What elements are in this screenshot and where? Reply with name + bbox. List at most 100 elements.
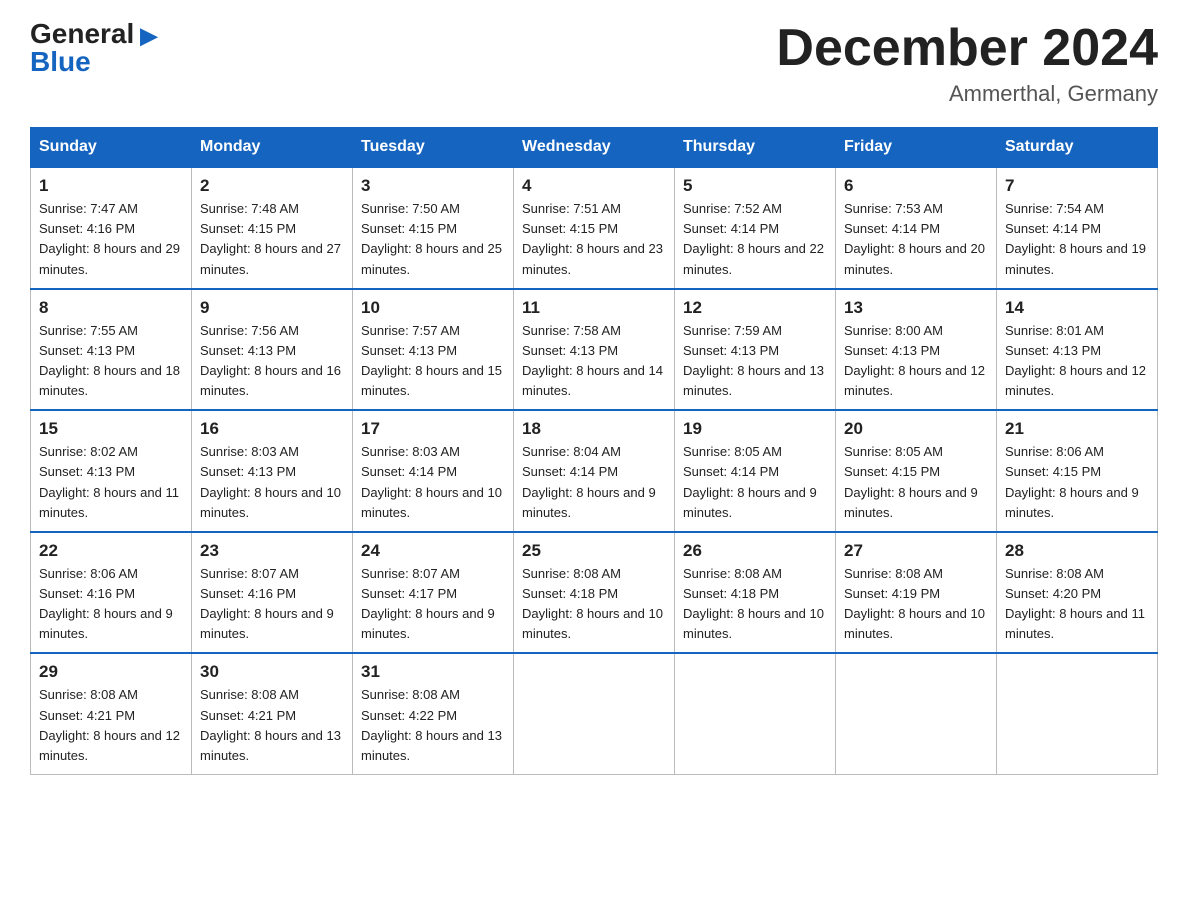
day-info: Sunrise: 8:07 AM Sunset: 4:17 PM Dayligh… (361, 564, 505, 645)
day-info: Sunrise: 7:48 AM Sunset: 4:15 PM Dayligh… (200, 199, 344, 280)
day-info: Sunrise: 8:07 AM Sunset: 4:16 PM Dayligh… (200, 564, 344, 645)
day-info: Sunrise: 7:53 AM Sunset: 4:14 PM Dayligh… (844, 199, 988, 280)
table-row (675, 653, 836, 774)
day-info: Sunrise: 8:08 AM Sunset: 4:18 PM Dayligh… (683, 564, 827, 645)
day-info: Sunrise: 7:56 AM Sunset: 4:13 PM Dayligh… (200, 321, 344, 402)
table-row: 20 Sunrise: 8:05 AM Sunset: 4:15 PM Dayl… (836, 410, 997, 532)
table-row (514, 653, 675, 774)
day-number: 31 (361, 662, 505, 682)
day-info: Sunrise: 7:54 AM Sunset: 4:14 PM Dayligh… (1005, 199, 1149, 280)
table-row: 8 Sunrise: 7:55 AM Sunset: 4:13 PM Dayli… (31, 289, 192, 411)
day-number: 9 (200, 298, 344, 318)
day-info: Sunrise: 7:50 AM Sunset: 4:15 PM Dayligh… (361, 199, 505, 280)
calendar-week-row: 22 Sunrise: 8:06 AM Sunset: 4:16 PM Dayl… (31, 532, 1158, 654)
calendar-week-row: 8 Sunrise: 7:55 AM Sunset: 4:13 PM Dayli… (31, 289, 1158, 411)
col-wednesday: Wednesday (514, 128, 675, 168)
col-monday: Monday (192, 128, 353, 168)
table-row (997, 653, 1158, 774)
day-number: 21 (1005, 419, 1149, 439)
day-info: Sunrise: 8:02 AM Sunset: 4:13 PM Dayligh… (39, 442, 183, 523)
day-number: 7 (1005, 176, 1149, 196)
day-number: 1 (39, 176, 183, 196)
logo-blue-row: Blue (30, 48, 91, 76)
day-info: Sunrise: 8:05 AM Sunset: 4:15 PM Dayligh… (844, 442, 988, 523)
table-row: 22 Sunrise: 8:06 AM Sunset: 4:16 PM Dayl… (31, 532, 192, 654)
day-number: 20 (844, 419, 988, 439)
table-row: 5 Sunrise: 7:52 AM Sunset: 4:14 PM Dayli… (675, 167, 836, 289)
day-info: Sunrise: 7:58 AM Sunset: 4:13 PM Dayligh… (522, 321, 666, 402)
day-number: 29 (39, 662, 183, 682)
table-row (836, 653, 997, 774)
day-info: Sunrise: 8:06 AM Sunset: 4:15 PM Dayligh… (1005, 442, 1149, 523)
table-row: 18 Sunrise: 8:04 AM Sunset: 4:14 PM Dayl… (514, 410, 675, 532)
day-number: 2 (200, 176, 344, 196)
day-number: 14 (1005, 298, 1149, 318)
day-info: Sunrise: 7:55 AM Sunset: 4:13 PM Dayligh… (39, 321, 183, 402)
day-number: 5 (683, 176, 827, 196)
calendar-week-row: 29 Sunrise: 8:08 AM Sunset: 4:21 PM Dayl… (31, 653, 1158, 774)
table-row: 14 Sunrise: 8:01 AM Sunset: 4:13 PM Dayl… (997, 289, 1158, 411)
title-section: December 2024 Ammerthal, Germany (776, 20, 1158, 107)
table-row: 11 Sunrise: 7:58 AM Sunset: 4:13 PM Dayl… (514, 289, 675, 411)
logo: General ▶ Blue (30, 20, 157, 76)
day-number: 18 (522, 419, 666, 439)
day-number: 24 (361, 541, 505, 561)
table-row: 29 Sunrise: 8:08 AM Sunset: 4:21 PM Dayl… (31, 653, 192, 774)
table-row: 4 Sunrise: 7:51 AM Sunset: 4:15 PM Dayli… (514, 167, 675, 289)
day-info: Sunrise: 8:08 AM Sunset: 4:22 PM Dayligh… (361, 685, 505, 766)
day-info: Sunrise: 8:08 AM Sunset: 4:19 PM Dayligh… (844, 564, 988, 645)
day-info: Sunrise: 8:01 AM Sunset: 4:13 PM Dayligh… (1005, 321, 1149, 402)
day-info: Sunrise: 7:52 AM Sunset: 4:14 PM Dayligh… (683, 199, 827, 280)
table-row: 15 Sunrise: 8:02 AM Sunset: 4:13 PM Dayl… (31, 410, 192, 532)
table-row: 25 Sunrise: 8:08 AM Sunset: 4:18 PM Dayl… (514, 532, 675, 654)
day-number: 17 (361, 419, 505, 439)
calendar-table: Sunday Monday Tuesday Wednesday Thursday… (30, 127, 1158, 775)
logo-general-text: General ▶ (30, 20, 157, 48)
day-info: Sunrise: 7:59 AM Sunset: 4:13 PM Dayligh… (683, 321, 827, 402)
day-info: Sunrise: 8:08 AM Sunset: 4:20 PM Dayligh… (1005, 564, 1149, 645)
table-row: 23 Sunrise: 8:07 AM Sunset: 4:16 PM Dayl… (192, 532, 353, 654)
location-title: Ammerthal, Germany (776, 81, 1158, 107)
day-info: Sunrise: 8:06 AM Sunset: 4:16 PM Dayligh… (39, 564, 183, 645)
day-number: 19 (683, 419, 827, 439)
day-number: 23 (200, 541, 344, 561)
month-title: December 2024 (776, 20, 1158, 77)
day-number: 8 (39, 298, 183, 318)
table-row: 28 Sunrise: 8:08 AM Sunset: 4:20 PM Dayl… (997, 532, 1158, 654)
table-row: 7 Sunrise: 7:54 AM Sunset: 4:14 PM Dayli… (997, 167, 1158, 289)
col-tuesday: Tuesday (353, 128, 514, 168)
table-row: 27 Sunrise: 8:08 AM Sunset: 4:19 PM Dayl… (836, 532, 997, 654)
day-number: 13 (844, 298, 988, 318)
table-row: 3 Sunrise: 7:50 AM Sunset: 4:15 PM Dayli… (353, 167, 514, 289)
day-info: Sunrise: 8:08 AM Sunset: 4:18 PM Dayligh… (522, 564, 666, 645)
day-number: 16 (200, 419, 344, 439)
table-row: 21 Sunrise: 8:06 AM Sunset: 4:15 PM Dayl… (997, 410, 1158, 532)
table-row: 31 Sunrise: 8:08 AM Sunset: 4:22 PM Dayl… (353, 653, 514, 774)
day-number: 15 (39, 419, 183, 439)
table-row: 13 Sunrise: 8:00 AM Sunset: 4:13 PM Dayl… (836, 289, 997, 411)
day-number: 10 (361, 298, 505, 318)
day-info: Sunrise: 8:03 AM Sunset: 4:13 PM Dayligh… (200, 442, 344, 523)
table-row: 6 Sunrise: 7:53 AM Sunset: 4:14 PM Dayli… (836, 167, 997, 289)
day-number: 3 (361, 176, 505, 196)
day-info: Sunrise: 8:08 AM Sunset: 4:21 PM Dayligh… (39, 685, 183, 766)
day-info: Sunrise: 8:04 AM Sunset: 4:14 PM Dayligh… (522, 442, 666, 523)
table-row: 30 Sunrise: 8:08 AM Sunset: 4:21 PM Dayl… (192, 653, 353, 774)
day-number: 26 (683, 541, 827, 561)
table-row: 12 Sunrise: 7:59 AM Sunset: 4:13 PM Dayl… (675, 289, 836, 411)
table-row: 2 Sunrise: 7:48 AM Sunset: 4:15 PM Dayli… (192, 167, 353, 289)
table-row: 9 Sunrise: 7:56 AM Sunset: 4:13 PM Dayli… (192, 289, 353, 411)
day-number: 28 (1005, 541, 1149, 561)
calendar-header-row: Sunday Monday Tuesday Wednesday Thursday… (31, 128, 1158, 168)
col-friday: Friday (836, 128, 997, 168)
col-thursday: Thursday (675, 128, 836, 168)
table-row: 19 Sunrise: 8:05 AM Sunset: 4:14 PM Dayl… (675, 410, 836, 532)
day-number: 27 (844, 541, 988, 561)
day-info: Sunrise: 8:00 AM Sunset: 4:13 PM Dayligh… (844, 321, 988, 402)
table-row: 17 Sunrise: 8:03 AM Sunset: 4:14 PM Dayl… (353, 410, 514, 532)
calendar-week-row: 15 Sunrise: 8:02 AM Sunset: 4:13 PM Dayl… (31, 410, 1158, 532)
day-number: 30 (200, 662, 344, 682)
day-number: 12 (683, 298, 827, 318)
table-row: 10 Sunrise: 7:57 AM Sunset: 4:13 PM Dayl… (353, 289, 514, 411)
col-saturday: Saturday (997, 128, 1158, 168)
